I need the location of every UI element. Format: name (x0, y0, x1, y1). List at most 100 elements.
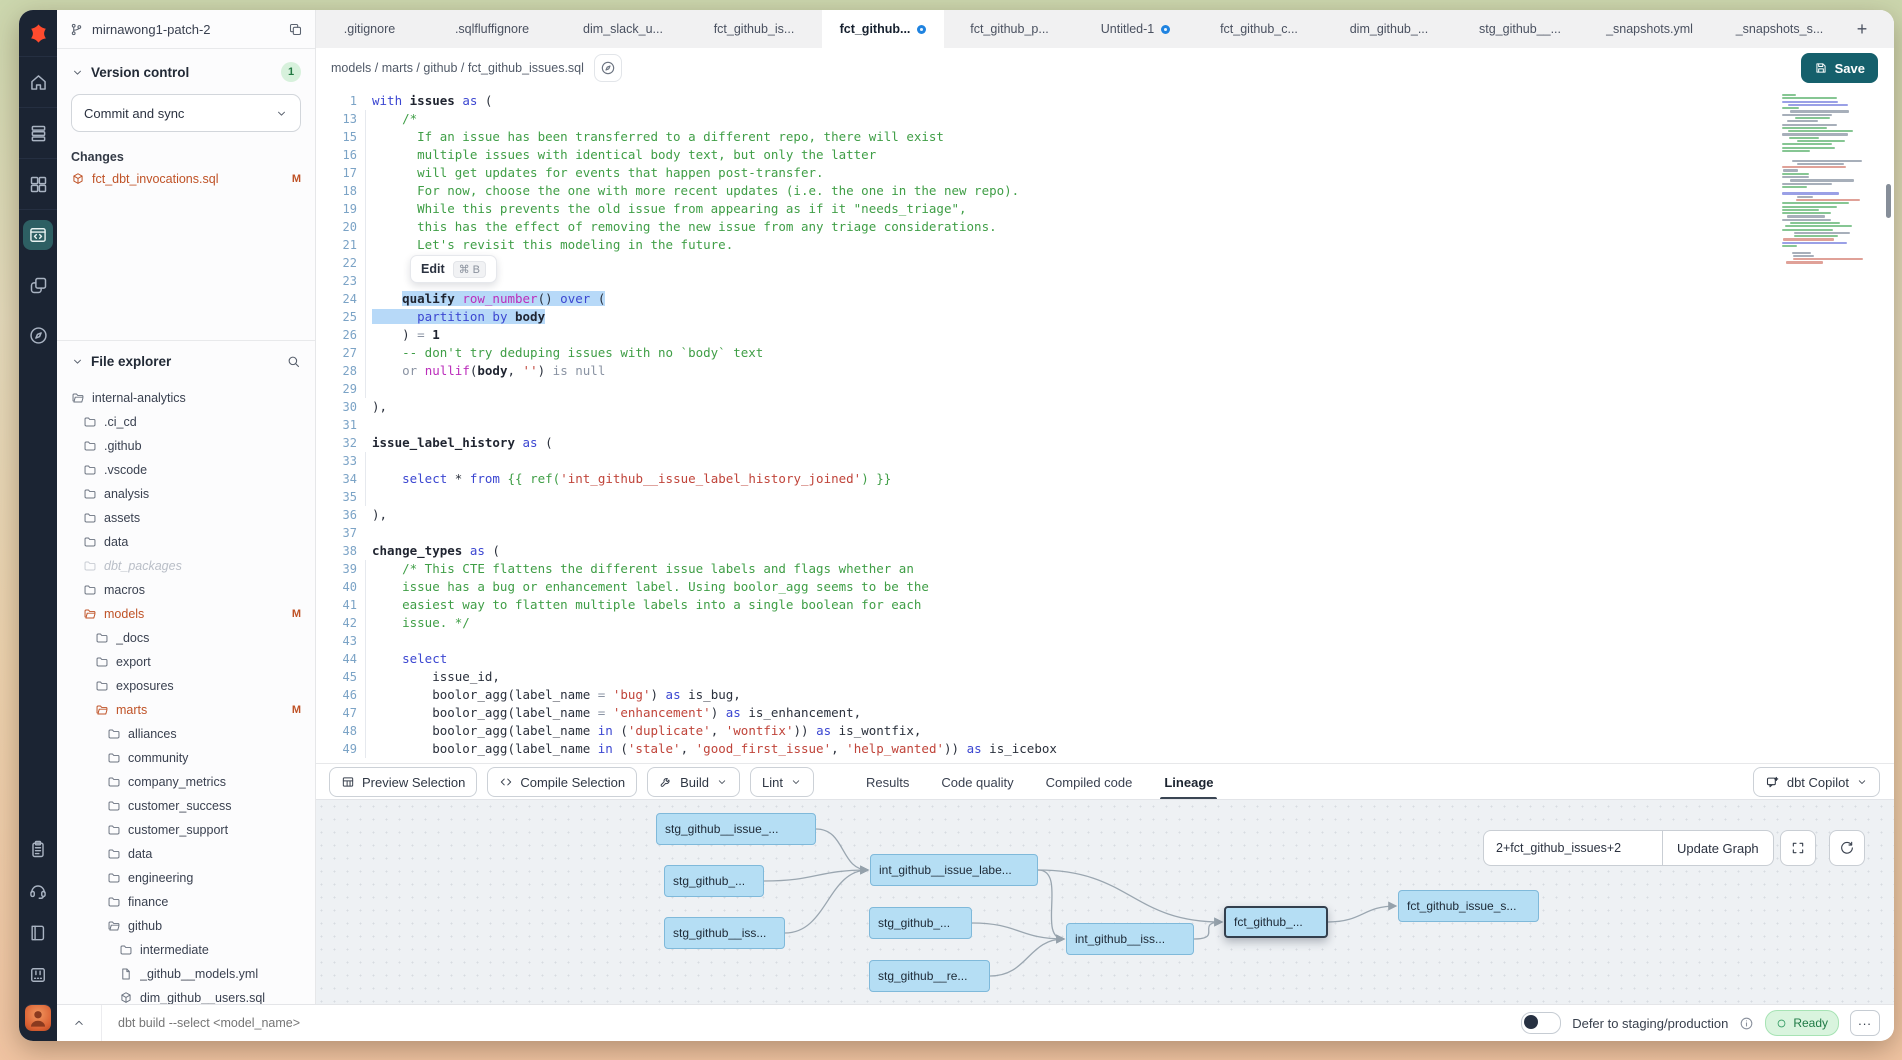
tab-fct_github_c...[interactable]: fct_github_c... (1196, 10, 1322, 48)
code-editor[interactable]: Edit ⌘ B 1with issues as (13 /*15 If an … (315, 88, 1894, 764)
ide-status-badge[interactable]: Ready (1765, 1010, 1839, 1036)
tree-item-company_metrics[interactable]: company_metrics (57, 770, 315, 794)
tree-item-data[interactable]: data (57, 842, 315, 866)
rail-item-home[interactable] (19, 57, 57, 108)
tree-item-export[interactable]: export (57, 650, 315, 674)
lineage-node-stg_github__re...[interactable]: stg_github__re... (869, 960, 990, 992)
editor-line-49[interactable]: 49 boolor_agg(label_name in ('stale', 'g… (315, 740, 1782, 758)
tab-stg_github__...[interactable]: stg_github__... (1456, 10, 1584, 48)
editor-scrollbar-thumb[interactable] (1886, 184, 1891, 218)
editor-line-39[interactable]: 39 /* This CTE flattens the different is… (315, 560, 1782, 578)
tree-item-internal-analytics[interactable]: internal-analytics (57, 386, 315, 410)
rail-item-clipboard[interactable] (19, 828, 57, 870)
compile-selection-button[interactable]: Compile Selection (487, 767, 637, 797)
more-options-button[interactable]: ... (1850, 1010, 1880, 1036)
editor-line-45[interactable]: 45 issue_id, (315, 668, 1782, 686)
rail-item-dbt-logo[interactable] (19, 10, 57, 57)
tab-.gitignore[interactable]: .gitignore (315, 10, 424, 48)
editor-line-46[interactable]: 46 boolor_agg(label_name = 'bug') as is_… (315, 686, 1782, 704)
tab-_snapshots.yml[interactable]: _snapshots.yml (1584, 10, 1715, 48)
tree-item-.vscode[interactable]: .vscode (57, 458, 315, 482)
tree-item-.ci_cd[interactable]: .ci_cd (57, 410, 315, 434)
editor-line-19[interactable]: 19 While this prevents the old issue fro… (315, 200, 1782, 218)
editor-line-44[interactable]: 44 select (315, 650, 1782, 668)
tab-fct_github...[interactable]: fct_github... (822, 10, 944, 48)
editor-line-41[interactable]: 41 easiest way to flatten multiple label… (315, 596, 1782, 614)
lineage-node-stg_github_...[interactable]: stg_github_... (869, 907, 972, 939)
lineage-node-stg_github_...[interactable]: stg_github_... (664, 865, 764, 897)
build-button[interactable]: Build (647, 767, 740, 797)
editor-line-15[interactable]: 15 If an issue has been transferred to a… (315, 128, 1782, 146)
results-tab-results[interactable]: Results (866, 764, 909, 800)
editor-line-16[interactable]: 16 multiple issues with identical body t… (315, 146, 1782, 164)
rail-item-compass[interactable] (19, 310, 57, 360)
tree-item-.github[interactable]: .github (57, 434, 315, 458)
commit-and-sync-dropdown[interactable]: Commit and sync (71, 94, 301, 132)
results-tab-lineage[interactable]: Lineage (1164, 764, 1213, 800)
editor-line-43[interactable]: 43 (315, 632, 1782, 650)
copy-icon[interactable] (288, 22, 303, 37)
editor-line-32[interactable]: 32issue_label_history as ( (315, 434, 1782, 452)
results-tab-compiled-code[interactable]: Compiled code (1046, 764, 1133, 800)
editor-line-27[interactable]: 27 -- don't try deduping issues with no … (315, 344, 1782, 362)
tree-item-models[interactable]: modelsM (57, 602, 315, 626)
editor-line-30[interactable]: 30), (315, 398, 1782, 416)
editor-line-17[interactable]: 17 will get updates for events that happ… (315, 164, 1782, 182)
edit-tooltip[interactable]: Edit ⌘ B (410, 255, 497, 283)
branch-selector[interactable]: mirnawong1-patch-2 (57, 10, 315, 49)
version-control-header[interactable]: Version control 1 (57, 49, 315, 90)
info-icon[interactable] (1739, 1016, 1754, 1031)
tab-Untitled-1[interactable]: Untitled-1 (1075, 10, 1196, 48)
editor-line-40[interactable]: 40 issue has a bug or enhancement label.… (315, 578, 1782, 596)
editor-line-31[interactable]: 31 (315, 416, 1782, 434)
editor-line-47[interactable]: 47 boolor_agg(label_name = 'enhancement'… (315, 704, 1782, 722)
tree-item-data[interactable]: data (57, 530, 315, 554)
tree-item-finance[interactable]: finance (57, 890, 315, 914)
lineage-node-fct_github_...[interactable]: fct_github_... (1224, 906, 1328, 938)
lint-button[interactable]: Lint (750, 767, 814, 797)
tree-item-analysis[interactable]: analysis (57, 482, 315, 506)
tree-item-intermediate[interactable]: intermediate (57, 938, 315, 962)
fullscreen-button[interactable] (1780, 830, 1816, 866)
editor-line-34[interactable]: 34 select * from {{ ref('int_github__iss… (315, 470, 1782, 488)
tree-item-dbt_packages[interactable]: dbt_packages (57, 554, 315, 578)
lineage-node-int_github__iss...[interactable]: int_github__iss... (1066, 923, 1194, 955)
search-icon[interactable] (286, 354, 301, 369)
expand-command-bar-button[interactable] (57, 1005, 102, 1041)
editor-minimap[interactable] (1782, 94, 1860, 265)
refresh-graph-button[interactable] (1829, 830, 1865, 866)
tree-item-alliances[interactable]: alliances (57, 722, 315, 746)
editor-line-38[interactable]: 38change_types as ( (315, 542, 1782, 560)
rail-item-keyboard[interactable] (19, 954, 57, 996)
editor-line-1[interactable]: 1with issues as ( (315, 92, 1782, 110)
tab-_snapshots_s...[interactable]: _snapshots_s... (1715, 10, 1844, 48)
editor-line-22[interactable]: 22 (315, 254, 1782, 272)
editor-line-26[interactable]: 26 ) = 1 (315, 326, 1782, 344)
editor-line-29[interactable]: 29 (315, 380, 1782, 398)
editor-line-37[interactable]: 37 (315, 524, 1782, 542)
lineage-node-int_github__issue_labe...[interactable]: int_github__issue_labe... (870, 854, 1038, 886)
lineage-node-stg_github__iss...[interactable]: stg_github__iss... (664, 917, 785, 949)
editor-line-23[interactable]: 23 (315, 272, 1782, 290)
save-button[interactable]: Save (1801, 53, 1878, 83)
editor-line-13[interactable]: 13 /* (315, 110, 1782, 128)
defer-toggle[interactable] (1521, 1012, 1561, 1034)
rail-item-grid[interactable] (19, 159, 57, 210)
editor-line-20[interactable]: 20 this has the effect of removing the n… (315, 218, 1782, 236)
file-explorer-header[interactable]: File explorer (57, 341, 315, 377)
changed-file-row[interactable]: fct_dbt_invocations.sql M (57, 168, 315, 190)
tree-item-assets[interactable]: assets (57, 506, 315, 530)
dbt-command-input[interactable] (102, 1016, 1521, 1030)
tree-item-macros[interactable]: macros (57, 578, 315, 602)
lineage-selector-input[interactable] (1483, 830, 1662, 866)
dbt-copilot-button[interactable]: dbt Copilot (1753, 767, 1880, 797)
editor-line-35[interactable]: 35 (315, 488, 1782, 506)
editor-line-36[interactable]: 36), (315, 506, 1782, 524)
tree-item-exposures[interactable]: exposures (57, 674, 315, 698)
update-graph-button[interactable]: Update Graph (1662, 830, 1774, 866)
user-avatar[interactable] (25, 1004, 51, 1031)
tree-item-_github__models.yml[interactable]: _github__models.yml (57, 962, 315, 986)
new-tab-button[interactable]: + (1844, 10, 1880, 48)
preview-selection-button[interactable]: Preview Selection (329, 767, 477, 797)
editor-line-21[interactable]: 21 Let's revisit this modeling in the fu… (315, 236, 1782, 254)
